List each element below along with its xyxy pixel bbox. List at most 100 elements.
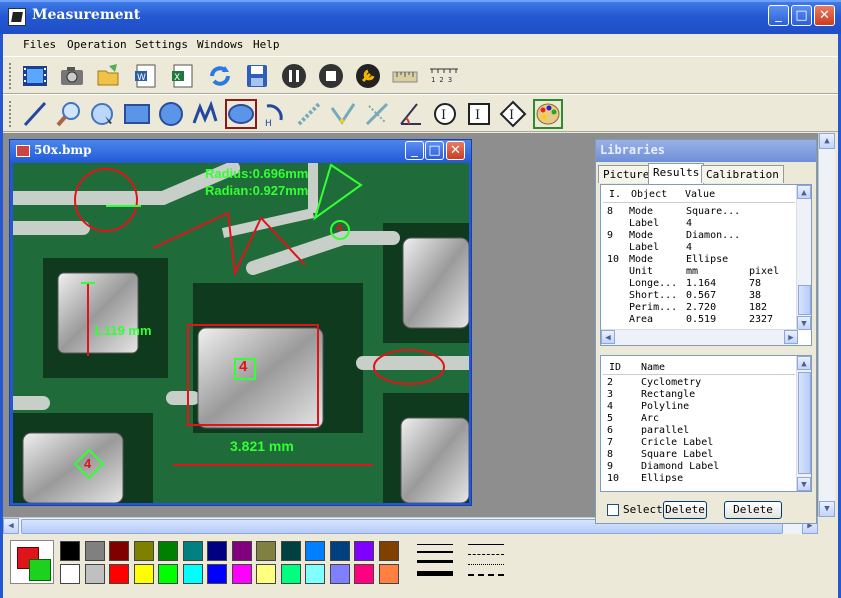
color-swatch[interactable] <box>207 541 227 561</box>
tab-results[interactable]: Results <box>648 163 705 184</box>
palette-icon[interactable] <box>533 99 563 129</box>
scroll-up-icon[interactable]: ▲ <box>819 133 835 149</box>
color-swatch[interactable] <box>60 564 80 584</box>
menu-operation[interactable]: Operation <box>67 38 127 51</box>
toolbar-grip[interactable] <box>9 101 15 127</box>
scroll-left-icon[interactable]: ◀ <box>3 518 19 534</box>
square-label-icon[interactable]: I <box>465 100 493 128</box>
list-item-name[interactable]: Cyclometry <box>641 377 701 388</box>
results-table[interactable]: I. Object Value 8 Mode Square... Label 4… <box>600 184 812 346</box>
scroll-up-icon[interactable]: ▲ <box>797 356 811 370</box>
workspace-vertical-scrollbar[interactable]: ▲ ▼ <box>818 133 835 517</box>
zoom-tool-icon[interactable] <box>55 100 83 128</box>
objects-scroll-thumb[interactable] <box>798 372 811 474</box>
color-swatch[interactable] <box>280 541 301 561</box>
circle-tool-icon[interactable] <box>157 100 185 128</box>
list-item-name[interactable]: Cricle Label <box>641 437 713 448</box>
line-width-selector[interactable] <box>413 542 457 582</box>
color-swatch[interactable] <box>256 541 276 561</box>
circle-label-icon[interactable]: I <box>431 100 459 128</box>
list-item-name[interactable]: parallel <box>641 425 689 436</box>
scroll-left-icon[interactable]: ◀ <box>601 330 615 344</box>
menu-files[interactable]: Files <box>23 38 56 51</box>
color-swatch[interactable] <box>182 541 203 561</box>
rectangle-tool-icon[interactable] <box>123 100 151 128</box>
line-tool-icon[interactable] <box>21 100 49 128</box>
objects-vertical-scrollbar[interactable]: ▲ ▼ <box>796 356 811 491</box>
delete-all-button[interactable]: Delete <box>724 501 782 519</box>
ruler-icon[interactable] <box>391 62 419 90</box>
save-icon[interactable] <box>243 62 271 90</box>
wrench-icon[interactable] <box>354 62 382 90</box>
circle-select-icon[interactable] <box>89 100 117 128</box>
color-swatch[interactable] <box>354 541 374 561</box>
camera-icon[interactable] <box>58 62 86 90</box>
delete-button[interactable]: Delete <box>663 501 707 519</box>
color-swatch[interactable] <box>109 541 129 561</box>
scroll-down-icon[interactable]: ▼ <box>797 477 811 491</box>
arc-tool-icon[interactable]: H <box>261 100 289 129</box>
results-vertical-scrollbar[interactable]: ▲ ▼ <box>796 185 811 330</box>
maximize-button[interactable]: □ <box>791 5 812 26</box>
list-item-name[interactable]: Arc <box>641 413 659 424</box>
color-swatch[interactable] <box>256 564 276 584</box>
list-item-name[interactable]: Diamond Label <box>641 461 719 472</box>
scroll-down-icon[interactable]: ▼ <box>797 316 811 330</box>
distance-tool-icon[interactable] <box>295 100 323 128</box>
image-maximize-button[interactable]: □ <box>425 141 444 160</box>
film-icon[interactable] <box>21 62 49 90</box>
stop-icon[interactable] <box>317 62 345 90</box>
color-swatch[interactable] <box>329 564 350 584</box>
line-style-selector[interactable] <box>464 542 508 582</box>
perpendicular-tool-icon[interactable] <box>363 100 391 128</box>
menu-settings[interactable]: Settings <box>135 38 188 51</box>
color-swatch[interactable] <box>84 564 105 584</box>
list-item-name[interactable]: Ellipse <box>641 473 683 484</box>
minimize-button[interactable]: _ <box>768 5 789 26</box>
color-swatch[interactable] <box>305 564 325 584</box>
color-swatch[interactable] <box>133 541 154 561</box>
results-scroll-thumb[interactable] <box>798 285 811 315</box>
refresh-icon[interactable] <box>206 62 234 90</box>
menu-help[interactable]: Help <box>253 38 280 51</box>
color-swatch[interactable] <box>158 564 178 584</box>
pause-icon[interactable] <box>280 62 308 90</box>
list-item-name[interactable]: Rectangle <box>641 389 695 400</box>
color-swatch[interactable] <box>329 541 350 561</box>
color-swatch[interactable] <box>60 541 80 561</box>
list-item-name[interactable]: Square Label <box>641 449 713 460</box>
open-folder-icon[interactable] <box>95 62 123 90</box>
color-swatch[interactable] <box>207 564 227 584</box>
color-swatch[interactable] <box>305 541 325 561</box>
angle-tool-icon[interactable] <box>329 100 357 128</box>
toolbar-grip[interactable] <box>9 63 15 89</box>
objects-list[interactable]: ID Name 2 Cyclometry 3 Rectangle 4 Polyl… <box>600 355 812 492</box>
select-checkbox[interactable] <box>607 504 619 516</box>
scroll-down-icon[interactable]: ▼ <box>819 501 835 517</box>
polyline-tool-icon[interactable] <box>191 100 219 128</box>
color-swatch[interactable] <box>158 541 178 561</box>
color-swatch[interactable] <box>231 541 252 561</box>
color-swatch[interactable] <box>354 564 374 584</box>
color-swatch[interactable] <box>231 564 252 584</box>
color-swatch[interactable] <box>84 541 105 561</box>
scroll-up-icon[interactable]: ▲ <box>797 185 811 199</box>
menu-windows[interactable]: Windows <box>197 38 243 51</box>
color-swatch[interactable] <box>280 564 301 584</box>
scroll-right-icon[interactable]: ▶ <box>784 330 798 344</box>
diamond-label-icon[interactable]: I <box>499 100 527 128</box>
background-color[interactable] <box>29 559 51 581</box>
image-close-button[interactable]: ✕ <box>446 141 465 160</box>
color-swatch[interactable] <box>109 564 129 584</box>
color-swatch[interactable] <box>378 541 399 561</box>
list-item-name[interactable]: Polyline <box>641 401 689 412</box>
color-swatch[interactable] <box>378 564 399 584</box>
tab-picture[interactable]: Picture <box>598 165 655 183</box>
excel-icon[interactable]: X <box>169 62 197 90</box>
results-horizontal-scrollbar[interactable]: ◀ ▶ <box>601 329 798 345</box>
angle-measure-icon[interactable] <box>397 100 425 128</box>
tab-calibration[interactable]: Calibration <box>701 165 784 183</box>
color-swatch[interactable] <box>182 564 203 584</box>
current-color-selector[interactable] <box>10 540 54 584</box>
close-button[interactable]: ✕ <box>814 5 835 26</box>
